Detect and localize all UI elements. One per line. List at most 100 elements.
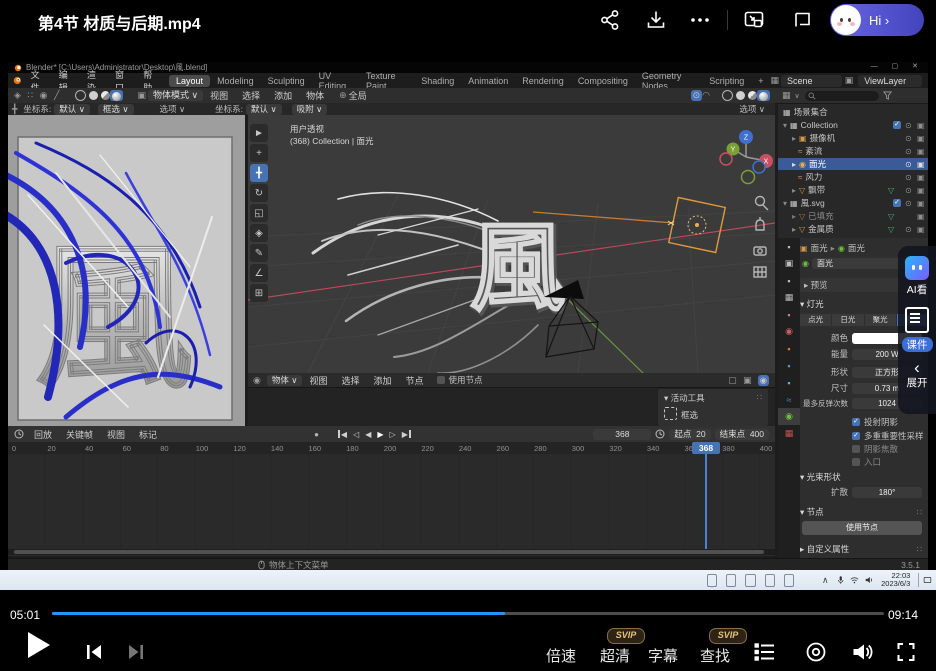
render-preview-panel[interactable]: 風 (8, 115, 245, 426)
vp-options-dropdown[interactable]: 选项 ∨ (739, 103, 765, 115)
prev-keyframe-button[interactable]: ◁ (350, 430, 362, 439)
timeline-scroll-thumb[interactable] (14, 550, 764, 554)
workspace-tab-animation[interactable]: Animation (461, 75, 515, 87)
shading-rendered-icon[interactable] (757, 90, 770, 100)
editor-type-icon[interactable]: ◉ (253, 375, 263, 386)
workspace-tab-shading[interactable]: Shading (414, 75, 461, 87)
output-tab-icon[interactable]: ▪ (778, 272, 800, 289)
viewlayer-selector[interactable]: ViewLayer (858, 75, 922, 87)
timeline-menu-view[interactable]: 视图 (100, 428, 132, 441)
next-episode-button[interactable] (124, 640, 148, 664)
play-button-timeline[interactable]: ▶ (374, 430, 386, 439)
expand-label[interactable]: 展开 (898, 375, 936, 390)
shading-wireframe-icon[interactable] (722, 90, 733, 101)
object-data-tab-icon[interactable]: ◉ (778, 408, 800, 425)
next-keyframe-button[interactable]: ▷ (387, 430, 399, 439)
particles-tab-icon[interactable]: ▪ (778, 374, 800, 391)
outliner-display-icon[interactable]: ▦ (782, 90, 793, 101)
camera-visibility-icon[interactable]: ▣ (917, 199, 925, 208)
current-frame-badge[interactable]: 368 (692, 442, 720, 454)
eye-icon[interactable]: ⊙ (905, 121, 912, 130)
world-tab-icon[interactable]: ◉ (778, 323, 800, 340)
eye-icon[interactable]: ⊙ (905, 173, 912, 182)
filter-funnel-icon[interactable] (883, 91, 892, 100)
panel-grip-icon[interactable]: ∷ (757, 392, 762, 403)
shader-preview-toggle[interactable]: ◉ (758, 375, 769, 386)
disclosure-icon[interactable]: ▾ (783, 121, 787, 130)
eye-icon[interactable]: ⊙ (905, 186, 912, 195)
camera-visibility-icon[interactable]: ▣ (917, 160, 925, 169)
video-content-blender-window[interactable]: Blender* [C:\Users\Administrator\Desktop… (8, 62, 928, 570)
workspace-tab-layout[interactable]: Layout (169, 75, 210, 87)
object-tab-icon[interactable]: ▪ (778, 340, 800, 357)
disclosure-icon[interactable]: ▸ (792, 160, 796, 169)
workspace-tab-rendering[interactable]: Rendering (515, 75, 571, 87)
disclosure-icon[interactable]: ▸ (792, 212, 796, 221)
use-nodes-button[interactable]: 使用节点 (802, 521, 922, 535)
importance-sampling-checkbox[interactable]: ✓ (852, 432, 860, 440)
show-desktop-icon[interactable] (923, 574, 932, 586)
outliner-row-camera[interactable]: ▸ ▣ 摄像机 ⊙ ▣ (778, 132, 928, 144)
camera-visibility-icon[interactable]: ▣ (917, 212, 925, 221)
fullscreen-icon[interactable] (894, 640, 918, 664)
use-nodes-checkbox[interactable] (437, 376, 445, 384)
vp-orientation-value[interactable]: 默认 ∨ (246, 104, 282, 115)
taskbar-app-icon[interactable] (784, 574, 794, 587)
vp-snap-dropdown[interactable]: 吸附 ∨ (292, 104, 328, 115)
cast-shadow-checkbox[interactable]: ✓ (852, 418, 860, 426)
subtitle-button[interactable]: 字幕 (648, 645, 678, 666)
progress-bar[interactable] (52, 612, 884, 615)
spread-field[interactable]: 180° (852, 487, 922, 498)
workspace-tab-sculpting[interactable]: Sculpting (261, 75, 312, 87)
autokey-record-icon[interactable]: ● (314, 430, 319, 439)
left-orientation-value[interactable]: 默认 ∨ (54, 104, 90, 115)
speaker-tray-icon[interactable] (865, 575, 873, 585)
clock-icon[interactable] (14, 429, 24, 439)
current-frame-field[interactable]: 368 (593, 429, 651, 440)
viewport-3d[interactable]: 風 風 (248, 115, 775, 373)
outliner-row-wind[interactable]: ≈ 风力 ⊙ ▣ (778, 171, 928, 183)
tool-select[interactable]: ► (250, 124, 268, 142)
scene-tab-icon[interactable]: ▪ (778, 306, 800, 323)
tool-icons-left[interactable]: ◈ ∷ ◉ ╱ (14, 90, 61, 101)
range-clock-icon[interactable] (655, 429, 665, 439)
settings-icon[interactable] (804, 640, 828, 664)
shader-type-dropdown[interactable]: 物体 ∨ (267, 375, 303, 386)
timeline-menu-marker[interactable]: 标记 (132, 428, 164, 441)
portal-checkbox[interactable] (852, 458, 860, 466)
timeline-body[interactable] (8, 454, 775, 548)
account-button[interactable]: Hi › (830, 4, 924, 36)
camera-visibility-icon[interactable]: ▣ (917, 134, 925, 143)
taskbar-clock[interactable]: 22:032023/6/3 (881, 572, 910, 588)
left-shading-material-icon[interactable] (101, 91, 110, 100)
viewport-menu-object[interactable]: 物体 (299, 89, 331, 102)
camera-visibility-icon[interactable]: ▣ (917, 186, 925, 195)
find-button[interactable]: 查找 (700, 645, 730, 666)
shader-display-icons[interactable]: ▢ ▣ (728, 375, 754, 386)
ai-watch-label[interactable]: AI看 (898, 282, 936, 297)
workspace-tab-scripting[interactable]: Scripting (702, 75, 751, 87)
outliner-row-collection[interactable]: ▾ ▦ Collection ✓ ⊙ ▣ (778, 119, 928, 131)
shader-menu-select[interactable]: 选择 (335, 374, 367, 387)
viewlayer-tab-icon[interactable]: ▦ (778, 289, 800, 306)
left-mode-dropdown[interactable]: 框选 ∨ (98, 104, 134, 115)
outliner-search-input[interactable] (805, 91, 879, 101)
taskbar-app-icon[interactable] (745, 574, 755, 587)
tray-expand-icon[interactable]: ∧ (822, 575, 829, 586)
ai-watch-icon[interactable] (905, 256, 929, 280)
tool-move[interactable]: ╋ (250, 164, 268, 182)
previous-episode-button[interactable] (82, 640, 106, 664)
microphone-icon[interactable] (837, 574, 844, 586)
tool-measure[interactable]: ∠ (250, 264, 268, 282)
eye-icon[interactable]: ⊙ (905, 199, 912, 208)
disclosure-icon[interactable]: ▸ (792, 134, 796, 143)
tool-tab-icon[interactable]: ▪ (778, 238, 800, 255)
collection-checkbox[interactable]: ✓ (893, 199, 901, 207)
tool-add-cube[interactable]: ⊞ (250, 284, 268, 302)
outliner[interactable]: ▦ ∨ ▦ 场景集合 ▾ ▦ Collection ✓ ⊙ ▣ ▸ (778, 88, 928, 238)
jump-to-start-button[interactable]: ◀ (335, 430, 350, 439)
playlist-icon[interactable] (753, 640, 777, 664)
speed-button[interactable]: 倍速 (546, 645, 576, 666)
play-button[interactable] (28, 632, 50, 658)
timeline-editor[interactable]: 回放 关键帧 视图 标记 ● ◀ ◁ ◀ ▶ ▷ ▶ 368 起点 20 结束点… (8, 426, 775, 556)
